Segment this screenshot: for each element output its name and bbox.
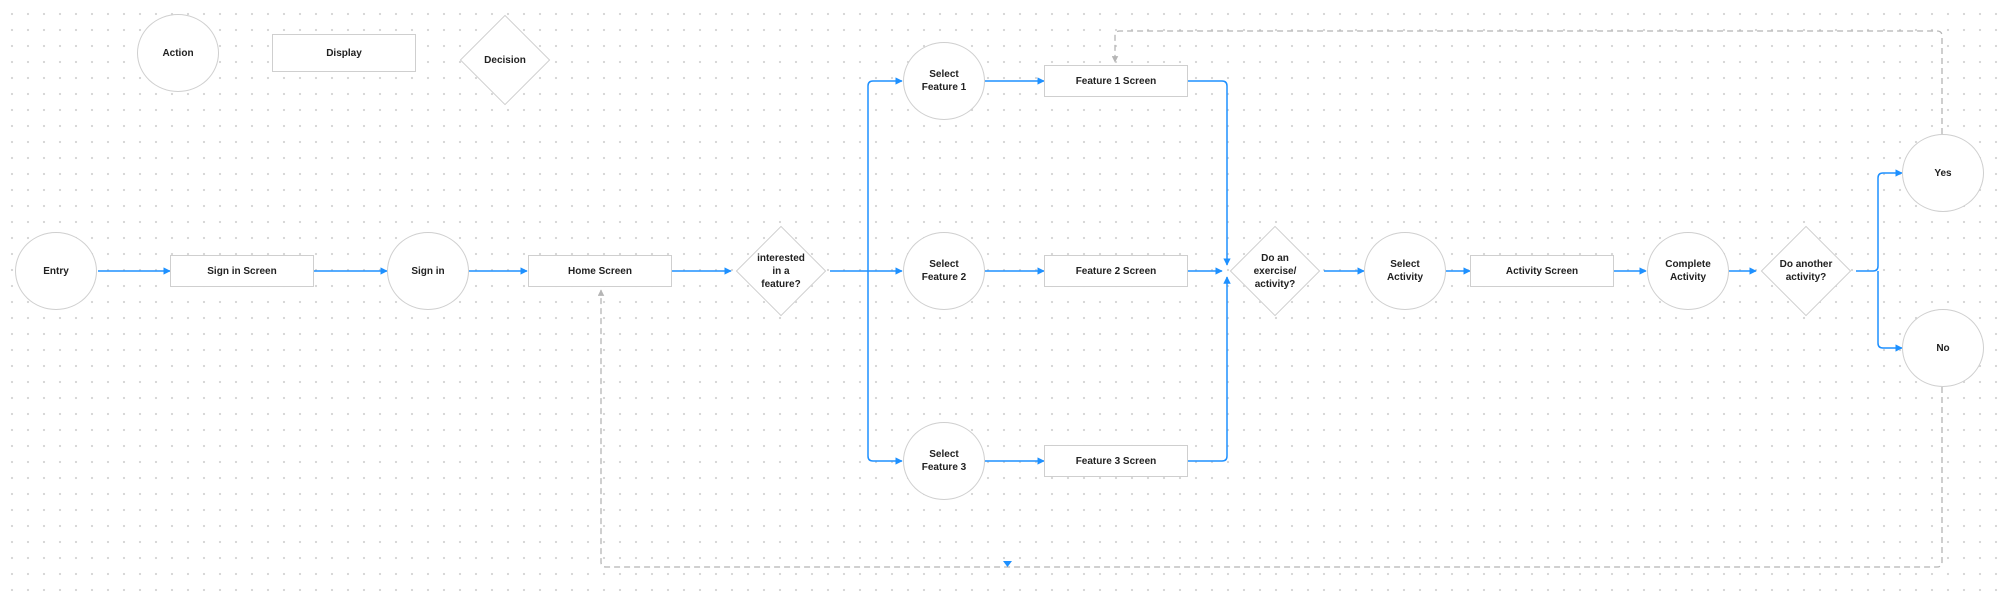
feature-3-screen-node[interactable]: Feature 3 Screen xyxy=(1044,445,1188,477)
select-feature-3-node[interactable]: Select Feature 3 xyxy=(903,422,985,500)
sign-in-screen-node[interactable]: Sign in Screen xyxy=(170,255,314,287)
yes-node[interactable]: Yes xyxy=(1902,134,1984,212)
sign-in-label: Sign in xyxy=(411,265,445,277)
home-screen-label: Home Screen xyxy=(568,265,632,277)
entry-label: Entry xyxy=(43,265,69,277)
select-activity-label: Select Activity xyxy=(1386,259,1424,283)
another-activity-decision-node[interactable]: Do another activity? xyxy=(1756,225,1856,317)
select-activity-node[interactable]: Select Activity xyxy=(1364,232,1446,310)
no-label: No xyxy=(1936,342,1950,354)
interested-decision-label: interested in a feature? xyxy=(757,252,805,290)
entry-node[interactable]: Entry xyxy=(15,232,97,310)
sign-in-screen-label: Sign in Screen xyxy=(207,265,277,277)
connector-feature-1-to-exercise xyxy=(1188,80,1231,266)
interested-decision-node[interactable]: interested in a feature? xyxy=(731,225,831,317)
connector-interested-to-feature-3 xyxy=(867,271,903,465)
select-feature-3-label: Select Feature 3 xyxy=(921,449,967,473)
connector-yes-loop-to-feature-1 xyxy=(1111,30,1943,134)
legend-display[interactable]: Display xyxy=(272,34,416,72)
yes-label: Yes xyxy=(1934,167,1952,179)
connector-no-loop-to-home xyxy=(597,289,1943,568)
select-feature-2-node[interactable]: Select Feature 2 xyxy=(903,232,985,310)
no-node[interactable]: No xyxy=(1902,309,1984,387)
feature-2-screen-label: Feature 2 Screen xyxy=(1075,265,1157,277)
sign-in-node[interactable]: Sign in xyxy=(387,232,469,310)
legend-decision[interactable]: Decision xyxy=(455,14,555,106)
legend-action[interactable]: Action xyxy=(137,14,219,92)
select-feature-1-label: Select Feature 1 xyxy=(921,69,967,93)
connector-feature-3-to-exercise xyxy=(1188,276,1231,462)
complete-activity-node[interactable]: Complete Activity xyxy=(1647,232,1729,310)
legend-action-label: Action xyxy=(162,47,194,59)
complete-activity-label: Complete Activity xyxy=(1665,259,1711,283)
feature-2-screen-node[interactable]: Feature 2 Screen xyxy=(1044,255,1188,287)
feature-1-screen-label: Feature 1 Screen xyxy=(1075,75,1157,87)
feature-1-screen-node[interactable]: Feature 1 Screen xyxy=(1044,65,1188,97)
exercise-decision-node[interactable]: Do an exercise/ activity? xyxy=(1225,225,1325,317)
another-activity-decision-label: Do another activity? xyxy=(1779,259,1833,283)
select-feature-2-label: Select Feature 2 xyxy=(921,259,967,283)
exercise-decision-label: Do an exercise/ activity? xyxy=(1253,252,1297,290)
legend-display-label: Display xyxy=(326,47,362,59)
connector-interested-to-feature-1 xyxy=(867,77,903,271)
feature-3-screen-label: Feature 3 Screen xyxy=(1075,455,1157,467)
select-feature-1-node[interactable]: Select Feature 1 xyxy=(903,42,985,120)
connector-another-to-no xyxy=(1877,271,1903,352)
legend-decision-label: Decision xyxy=(484,54,526,66)
activity-screen-label: Activity Screen xyxy=(1505,265,1579,277)
home-screen-node[interactable]: Home Screen xyxy=(528,255,672,287)
loop-midpoint-arrow-icon xyxy=(1003,561,1012,567)
activity-screen-node[interactable]: Activity Screen xyxy=(1470,255,1614,287)
connector-another-to-yes xyxy=(1856,169,1903,272)
